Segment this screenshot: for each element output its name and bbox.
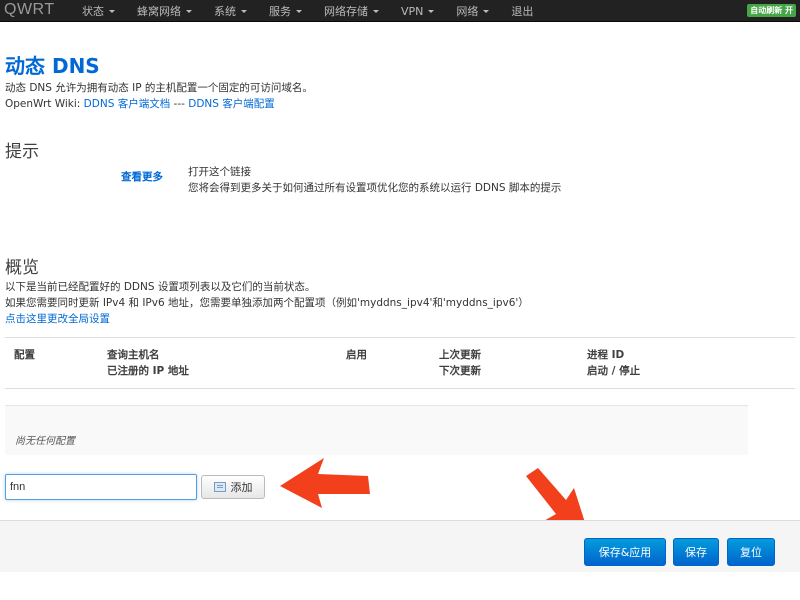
menu-label: 网络存储 [324, 5, 368, 18]
caret-down-icon [109, 10, 115, 13]
overview-line-1: 以下是当前已经配置好的 DDNS 设置项列表以及它们的当前状态。 [5, 281, 316, 293]
add-button-label: 添加 [230, 481, 253, 494]
menu-vpn[interactable]: VPN [401, 4, 435, 18]
menu-label: 状态 [82, 5, 104, 18]
auto-refresh-toggle[interactable]: 自动刷新 开 [747, 4, 796, 17]
top-navbar: QWRT 状态 蜂窝网络 系统 服务 网络存储 VPN 网络 退出 自动刷新 开 [0, 0, 800, 22]
menu-services[interactable]: 服务 [269, 3, 302, 19]
caret-down-icon [373, 10, 379, 13]
overview-text: 以下是当前已经配置好的 DDNS 设置项列表以及它们的当前状态。 如果您需要同时… [5, 279, 529, 327]
reset-button[interactable]: 复位 [727, 538, 775, 566]
hint-line-2: 您将会得到更多关于如何通过所有设置项优化您的系统以运行 DDNS 脚本的提示 [188, 182, 562, 194]
col-process-line1: 进程 ID [587, 349, 625, 361]
show-more-link[interactable]: 查看更多 [121, 169, 163, 184]
col-process: 进程 ID 启动 / 停止 [587, 347, 640, 379]
menu-logout[interactable]: 退出 [511, 3, 533, 19]
ddns-client-config-link[interactable]: DDNS 客户端配置 [188, 98, 275, 110]
menu-label: 网络 [456, 5, 479, 18]
save-button[interactable]: 保存 [673, 538, 719, 566]
brand-logo[interactable]: QWRT [4, 1, 55, 19]
menu-label: VPN [401, 4, 424, 18]
ddns-table-header: 配置 查询主机名 已注册的 IP 地址 启用 上次更新 下次更新 进程 ID 启… [5, 337, 795, 389]
menu-nas[interactable]: 网络存储 [324, 3, 379, 19]
overview-section-title: 概览 [5, 258, 39, 278]
col-hostname-line2: 已注册的 IP 地址 [107, 365, 189, 377]
col-update: 上次更新 下次更新 [439, 347, 481, 379]
global-settings-link[interactable]: 点击这里更改全局设置 [5, 313, 110, 325]
caret-down-icon [483, 10, 490, 13]
menu-system[interactable]: 系统 [214, 3, 247, 19]
menu-status[interactable]: 状态 [82, 3, 115, 19]
caret-down-icon [241, 10, 247, 13]
new-config-name-input[interactable] [5, 474, 197, 500]
col-enabled: 启用 [346, 349, 367, 361]
hint-text: 打开这个链接 您将会得到更多关于如何通过所有设置项优化您的系统以运行 DDNS … [188, 164, 561, 196]
col-update-line2: 下次更新 [439, 365, 481, 377]
col-hostname: 查询主机名 已注册的 IP 地址 [107, 347, 189, 379]
page-title: 动态 DNS [5, 54, 100, 78]
menu-label: 系统 [214, 5, 236, 18]
col-update-line1: 上次更新 [439, 349, 481, 361]
menu-cellular[interactable]: 蜂窝网络 [137, 3, 192, 19]
empty-table-row: 尚无任何配置 [5, 405, 748, 455]
col-hostname-line1: 查询主机名 [107, 349, 160, 361]
empty-message: 尚无任何配置 [15, 436, 75, 447]
wiki-links: OpenWrt Wiki: DDNS 客户端文档 --- DDNS 客户端配置 [5, 96, 275, 111]
add-button[interactable]: 添加 [201, 475, 265, 499]
ddns-client-docs-link[interactable]: DDNS 客户端文档 [84, 98, 171, 110]
col-process-line2: 启动 / 停止 [587, 365, 641, 377]
wiki-prefix: OpenWrt Wiki: [5, 98, 84, 110]
add-document-icon [213, 482, 226, 492]
col-config: 配置 [14, 349, 35, 361]
page-description: 动态 DNS 允许为拥有动态 IP 的主机配置一个固定的可访问域名。 [5, 82, 313, 94]
annotation-arrow-left-icon [280, 458, 370, 508]
wiki-separator: --- [170, 98, 189, 110]
hint-line-1: 打开这个链接 [188, 166, 251, 178]
caret-down-icon [428, 10, 435, 13]
caret-down-icon [296, 10, 302, 13]
overview-line-2: 如果您需要同时更新 IPv4 和 IPv6 地址，您需要单独添加两个配置项（例如… [5, 297, 529, 309]
menu-label: 蜂窝网络 [137, 5, 181, 18]
menu-label: 服务 [269, 5, 291, 18]
menu-network[interactable]: 网络 [456, 3, 490, 19]
menu-label: 退出 [511, 5, 534, 18]
hint-section-title: 提示 [5, 142, 39, 162]
main-menu: 状态 蜂窝网络 系统 服务 网络存储 VPN 网络 退出 [82, 0, 555, 22]
save-and-apply-button[interactable]: 保存&应用 [584, 538, 666, 566]
caret-down-icon [186, 10, 192, 13]
